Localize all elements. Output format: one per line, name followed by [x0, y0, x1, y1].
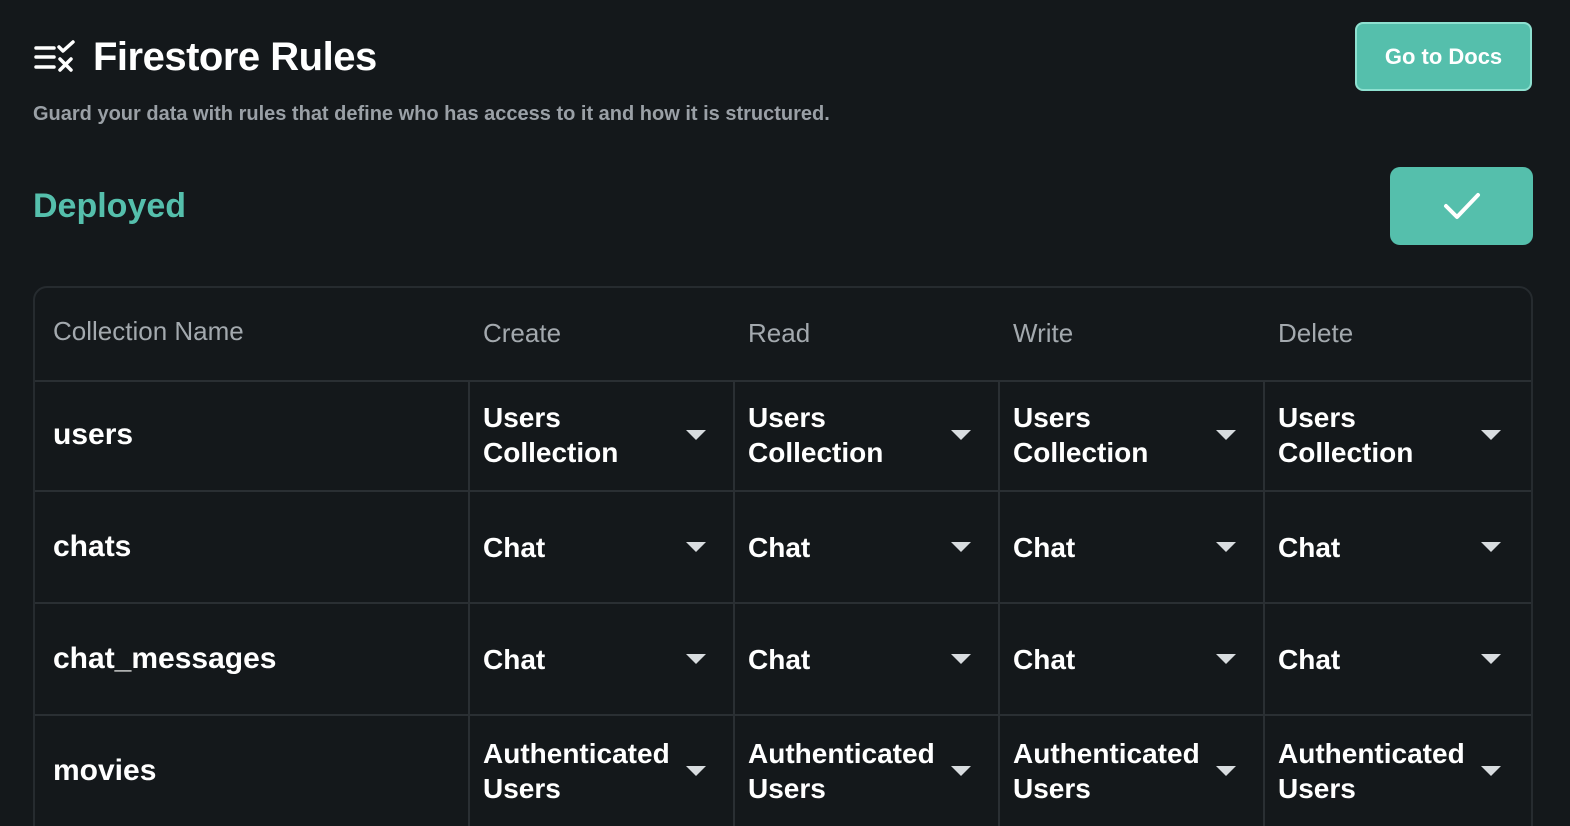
page-subtitle: Guard your data with rules that define w… [33, 103, 830, 125]
delete-rule-dropdown[interactable]: Chat [1263, 604, 1526, 714]
collection-name: chats [53, 530, 132, 563]
table-header: Collection Name Create Read Write Delete [35, 288, 1531, 382]
read-rule-dropdown[interactable]: Chat [733, 604, 996, 714]
caret-down-icon [951, 542, 971, 552]
table-row-chat-messages: chat_messages Chat Chat Chat Chat [35, 604, 1531, 716]
caret-down-icon [1216, 766, 1236, 776]
dropdown-value: Chat [1278, 643, 1341, 675]
column-header-create: Create [483, 318, 562, 348]
caret-down-icon [686, 766, 706, 776]
collection-name: movies [53, 754, 157, 787]
delete-rule-dropdown[interactable]: Authenticated Users [1263, 716, 1526, 826]
go-to-docs-button[interactable]: Go to Docs [1355, 22, 1532, 91]
firestore-rules-page: Firestore Rules Guard your data with rul… [0, 0, 1570, 826]
rules-checklist-icon [34, 40, 75, 72]
caret-down-icon [951, 430, 971, 440]
read-rule-dropdown[interactable]: Chat [733, 492, 996, 602]
column-header-read: Read [748, 318, 811, 348]
caret-down-icon [1481, 766, 1501, 776]
create-rule-dropdown[interactable]: Chat [468, 492, 731, 602]
caret-down-icon [1481, 654, 1501, 664]
rules-table: Collection Name Create Read Write Delete… [33, 286, 1533, 826]
write-rule-dropdown[interactable]: Authenticated Users [998, 716, 1261, 826]
collection-name: chat_messages [53, 642, 277, 675]
caret-down-icon [1481, 542, 1501, 552]
caret-down-icon [1216, 654, 1236, 664]
write-rule-dropdown[interactable]: Chat [998, 492, 1261, 602]
page-title: Firestore Rules [93, 35, 377, 79]
dropdown-value: Users Collection [1278, 402, 1414, 468]
create-rule-dropdown[interactable]: Chat [468, 604, 731, 714]
caret-down-icon [951, 766, 971, 776]
dropdown-value: Authenticated Users [483, 738, 670, 804]
dropdown-value: Authenticated Users [1013, 738, 1200, 804]
delete-rule-dropdown[interactable]: Users Collection [1263, 380, 1526, 490]
table-row-movies: movies Authenticated Users Authenticated… [35, 716, 1531, 826]
dropdown-value: Chat [483, 531, 546, 563]
column-header-collection-name: Collection Name [53, 316, 244, 346]
caret-down-icon [1481, 430, 1501, 440]
column-header-delete: Delete [1278, 318, 1354, 348]
dropdown-value: Users Collection [483, 402, 619, 468]
dropdown-value: Chat [748, 531, 811, 563]
deploy-button[interactable] [1390, 167, 1533, 245]
table-row-users: users Users Collection Users Collection … [35, 380, 1531, 492]
dropdown-value: Chat [1013, 531, 1076, 563]
read-rule-dropdown[interactable]: Users Collection [733, 380, 996, 490]
dropdown-value: Users Collection [1013, 402, 1149, 468]
delete-rule-dropdown[interactable]: Chat [1263, 492, 1526, 602]
dropdown-value: Chat [483, 643, 546, 675]
dropdown-value: Authenticated Users [748, 738, 935, 804]
deploy-status-label: Deployed [33, 187, 187, 225]
dropdown-value: Chat [748, 643, 811, 675]
caret-down-icon [686, 430, 706, 440]
caret-down-icon [1216, 430, 1236, 440]
dropdown-value: Authenticated Users [1278, 738, 1465, 804]
collection-name: users [53, 418, 134, 451]
check-icon [1443, 193, 1480, 219]
write-rule-dropdown[interactable]: Chat [998, 604, 1261, 714]
read-rule-dropdown[interactable]: Authenticated Users [733, 716, 996, 826]
dropdown-value: Chat [1278, 531, 1341, 563]
write-rule-dropdown[interactable]: Users Collection [998, 380, 1261, 490]
create-rule-dropdown[interactable]: Users Collection [468, 380, 731, 490]
dropdown-value: Users Collection [748, 402, 884, 468]
create-rule-dropdown[interactable]: Authenticated Users [468, 716, 731, 826]
caret-down-icon [686, 542, 706, 552]
column-header-write: Write [1013, 318, 1074, 348]
caret-down-icon [951, 654, 971, 664]
dropdown-value: Chat [1013, 643, 1076, 675]
caret-down-icon [1216, 542, 1236, 552]
table-row-chats: chats Chat Chat Chat Chat [35, 492, 1531, 604]
caret-down-icon [686, 654, 706, 664]
